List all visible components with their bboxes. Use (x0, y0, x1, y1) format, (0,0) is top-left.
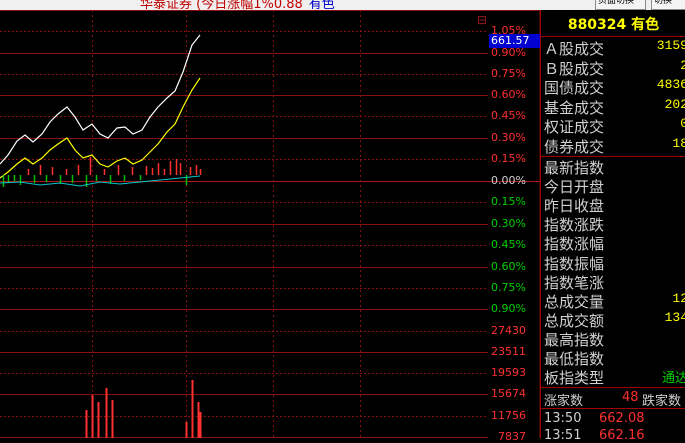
panel-row-label: 指数涨跌 (544, 216, 605, 235)
window-title: 华泰证券 (今日涨幅1%0.88 有色 (140, 0, 335, 10)
quote-panel: 880324 有色 Ａ股成交 3159 Ｂ股成交 2 国债成交 4836 基金成交 202 权证… (540, 10, 685, 443)
axis-tick-label: 0.60% (491, 260, 526, 273)
panel-row-label: 昨日收盘 (544, 197, 605, 216)
panel-row-label: 指数笔涨 (544, 273, 605, 292)
panel-row-label: 板指类型 (544, 369, 605, 388)
panel-row-value: 134 (664, 309, 685, 325)
panel-row: 最新指数 (544, 157, 685, 177)
panel-row-label: 债券成交 (544, 137, 605, 156)
axis-tick-label: 0.60% (491, 88, 526, 101)
axis-tick-label: 0.30% (491, 217, 526, 230)
panel-row-label: 指数涨幅 (544, 235, 605, 254)
panel-row: 今日开盘 (544, 176, 685, 197)
axis-tick-label: 0.00% (491, 174, 526, 187)
axis-tick-label: 0.75% (491, 281, 526, 294)
panel-row-label: 最低指数 (544, 350, 605, 368)
divider (541, 408, 685, 409)
tick-time: 13:51 (544, 428, 582, 443)
panel-row-value: 3159 (656, 38, 685, 53)
settings-icon[interactable]: ⊟ (477, 13, 487, 27)
up-count-label: 涨家数 (544, 394, 584, 409)
axis-tick-label: 0.75% (491, 67, 526, 80)
down-count-label: 跌家数 (642, 394, 682, 409)
panel-row: 最低指数 (544, 348, 685, 368)
panel-row-label: 国债成交 (544, 79, 605, 97)
axis-tick-label: 1.05% (491, 24, 526, 37)
switch-button[interactable]: 切换 (651, 0, 685, 10)
panel-row-label: 指数振幅 (544, 254, 605, 273)
panel-row-value: 0 (680, 116, 685, 131)
panel-row: 总成交额 134 (544, 309, 685, 330)
panel-row-value: 12 (672, 290, 685, 306)
panel-row-value: 18 (672, 135, 685, 151)
up-count-value: 48 (622, 390, 639, 405)
axis-tick-label: 0.15% (491, 152, 526, 165)
title-bar: 华泰证券 (今日涨幅1%0.88 有色 页面切换 切换 (0, 0, 685, 10)
volume-tick-label: 27430 (491, 324, 526, 337)
panel-row-label: 基金成交 (544, 98, 605, 117)
panel-row-label: Ａ股成交 (544, 40, 605, 58)
panel-row: Ａ股成交 3159 (544, 38, 685, 58)
axis-tick-label: 0.45% (491, 238, 526, 251)
panel-row-label: 今日开盘 (544, 178, 605, 197)
axis-tick-label: 0.30% (491, 131, 526, 144)
tick-price: 662.16 (599, 428, 645, 443)
panel-row: 总成交量 12 (544, 290, 685, 311)
panel-row: 权证成交 0 (544, 116, 685, 136)
panel-row-value: 4836 (656, 77, 685, 92)
panel-row: 板指类型 通达 (544, 367, 685, 388)
volume-tick-label: 23511 (491, 345, 526, 358)
chart-canvas (0, 10, 541, 438)
volume-tick-label: 7837 (498, 430, 526, 443)
axis-tick-label: 0.15% (491, 195, 526, 208)
index-code: 880324 有色 (567, 17, 660, 33)
window-title-sector: 有色 (308, 0, 335, 10)
breadth-row: 涨家数 48 跌家数 (544, 390, 685, 409)
volume-tick-label: 15674 (491, 387, 526, 400)
axis-tick-label: 0.45% (491, 109, 526, 122)
panel-row-value: 2 (680, 57, 685, 73)
tick-row: 13:50 662.08 (544, 411, 685, 426)
panel-row-label: Ｂ股成交 (544, 59, 605, 78)
panel-row-value: 202 (664, 96, 685, 112)
tick-price: 662.08 (599, 411, 645, 426)
panel-row: 债券成交 18 (544, 135, 685, 156)
panel-row: 指数振幅 (544, 253, 685, 273)
intraday-chart[interactable]: ⊟ 661.57 1.05% 0.90% 0.75% 0.60% 0.45% 0.30% 0… (0, 10, 541, 443)
panel-row-label: 权证成交 (544, 118, 605, 136)
window-title-text: 华泰证券 (今日涨幅1%0.88 (140, 0, 303, 10)
divider (541, 387, 685, 388)
panel-row: 指数笔涨 (544, 272, 685, 292)
volume-tick-label: 11756 (491, 409, 526, 422)
panel-row-label: 最高指数 (544, 330, 605, 349)
panel-row: 基金成交 202 (544, 96, 685, 117)
panel-row-value: 通达 (661, 371, 685, 387)
panel-row-label: 总成交额 (544, 311, 605, 330)
axis-tick-label: 0.90% (491, 302, 526, 315)
panel-row: 最高指数 (544, 329, 685, 349)
page-switch-button[interactable]: 页面切换 (595, 0, 646, 10)
panel-row: 指数涨跌 (544, 214, 685, 235)
axis-tick-label: 0.90% (491, 46, 526, 59)
panel-row: 国债成交 4836 (544, 77, 685, 97)
tick-row: 13:51 662.16 (544, 428, 685, 443)
panel-row: Ｂ股成交 2 (544, 57, 685, 78)
panel-row: 指数涨幅 (544, 233, 685, 254)
price-line-series-0 (0, 34, 201, 165)
panel-row: 昨日收盘 (544, 195, 685, 216)
volume-tick-label: 19593 (491, 366, 526, 379)
panel-row-label: 总成交量 (544, 292, 605, 311)
tick-time: 13:50 (544, 411, 582, 426)
divider (541, 36, 685, 37)
panel-row-label: 最新指数 (544, 159, 605, 177)
